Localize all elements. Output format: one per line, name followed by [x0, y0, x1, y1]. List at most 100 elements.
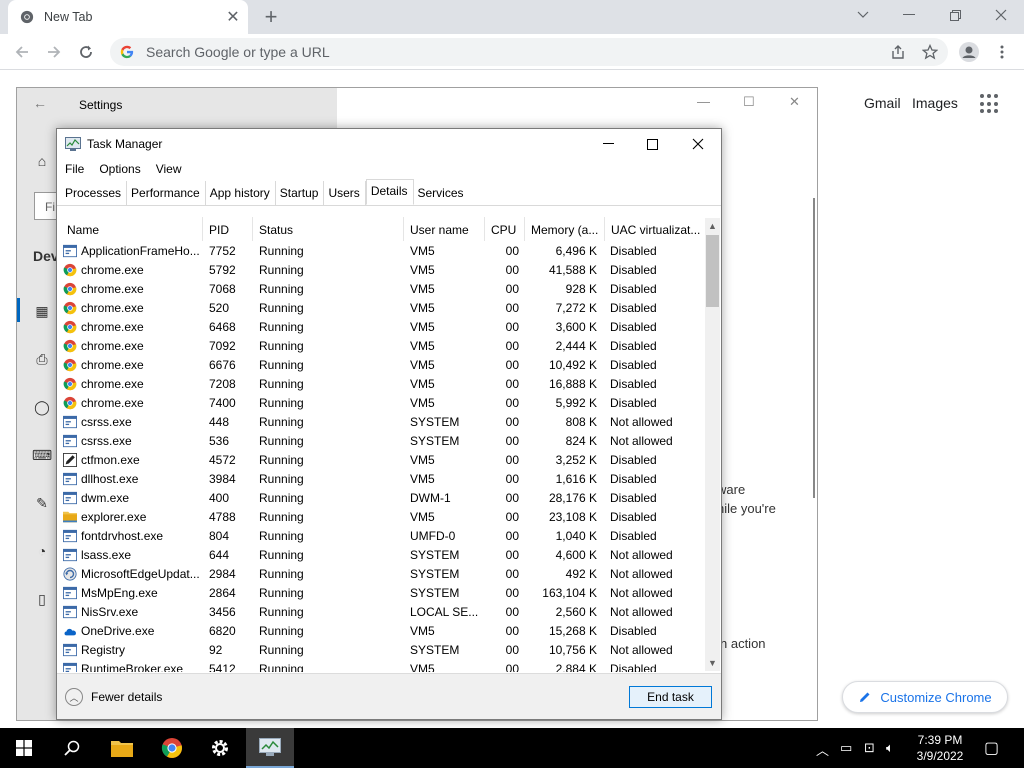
chevron-up-icon[interactable]: ︿ [65, 688, 83, 706]
menu-options[interactable]: Options [91, 159, 147, 179]
share-button[interactable] [886, 40, 910, 64]
show-hidden-icons[interactable]: ︿ [816, 740, 829, 759]
tm-maximize-button[interactable] [629, 129, 675, 159]
table-row[interactable]: ApplicationFrameHo... 7752 Running VM5 00 6,4… [61, 242, 705, 261]
network-icon[interactable]: ⊡ [864, 740, 875, 756]
fewer-details-link[interactable]: Fewer details [91, 690, 162, 704]
column-header-name[interactable]: ⌃ Name [61, 217, 203, 241]
taskbar-settings[interactable] [196, 728, 244, 768]
table-row[interactable]: chrome.exe 5792 Running VM5 00 41,588 K Disabl… [61, 261, 705, 280]
close-tab-icon[interactable]: ✕ [222, 6, 244, 28]
images-link[interactable]: Images [912, 95, 958, 111]
tab-details[interactable]: Details [365, 179, 414, 205]
start-button[interactable] [0, 728, 48, 768]
scrollbar-thumb[interactable] [706, 235, 719, 307]
mouse-icon[interactable]: ◯ [33, 398, 51, 416]
task-manager-titlebar[interactable]: Task Manager [57, 129, 721, 159]
notification-icon[interactable]: ▢ [984, 738, 999, 758]
table-row[interactable]: explorer.exe 4788 Running VM5 00 23,108 K Disa… [61, 508, 705, 527]
table-row[interactable]: fontdrvhost.exe 804 Running UMFD-0 00 1,040 K… [61, 527, 705, 546]
settings-scrollbar[interactable] [813, 198, 815, 498]
table-row[interactable]: chrome.exe 7092 Running VM5 00 2,444 K Disable… [61, 337, 705, 356]
column-header-user-name[interactable]: User name [404, 217, 485, 241]
google-apps-icon[interactable] [980, 94, 1000, 114]
table-row[interactable]: Registry 92 Running SYSTEM 00 10,756 K Not all… [61, 641, 705, 660]
details-scrollbar[interactable]: ▲ ▼ [705, 218, 720, 671]
printer-icon[interactable]: ⎙ [33, 350, 51, 368]
usb-icon[interactable]: ▯ [33, 590, 51, 608]
table-row[interactable]: chrome.exe 520 Running VM5 00 7,272 K Disabled [61, 299, 705, 318]
restore-button[interactable] [932, 0, 978, 30]
menu-view[interactable]: View [148, 159, 189, 179]
customize-chrome-button[interactable]: Customize Chrome [842, 681, 1008, 713]
autoplay-icon[interactable]: ◔ [33, 542, 51, 560]
process-cpu: 00 [505, 472, 519, 486]
tab-processes[interactable]: Processes [61, 181, 128, 205]
omnibox[interactable] [110, 38, 948, 66]
tablet-icon[interactable]: ▭ [840, 740, 852, 756]
devices-icon[interactable]: ▦ [33, 302, 51, 320]
tm-minimize-button[interactable] [585, 129, 631, 159]
table-row[interactable]: chrome.exe 7400 Running VM5 00 5,992 K Disable… [61, 394, 705, 413]
process-pid: 644 [209, 548, 230, 562]
table-row[interactable]: csrss.exe 536 Running SYSTEM 00 824 K Not allo… [61, 432, 705, 451]
settings-close-button[interactable]: ✕ [789, 94, 800, 110]
process-pid: 536 [209, 434, 230, 448]
new-tab-button[interactable]: + [258, 4, 284, 30]
taskbar-file-explorer[interactable] [98, 728, 146, 768]
bookmark-button[interactable] [918, 40, 942, 64]
tm-close-button[interactable] [675, 129, 721, 159]
column-header-cpu[interactable]: CPU [485, 217, 525, 241]
taskbar-search-button[interactable] [48, 728, 96, 768]
table-row[interactable]: chrome.exe 6468 Running VM5 00 3,600 K Disable… [61, 318, 705, 337]
menu-file[interactable]: File [57, 159, 91, 179]
forward-button[interactable] [40, 38, 68, 66]
table-row[interactable]: MsMpEng.exe 2864 Running SYSTEM 00 163,104 K N… [61, 584, 705, 603]
end-task-button[interactable]: End task [629, 686, 712, 708]
back-button[interactable] [8, 38, 36, 66]
table-row[interactable]: NisSrv.exe 3456 Running LOCAL SE... 00 2,560 … [61, 603, 705, 622]
tab-services[interactable]: Services [414, 181, 469, 205]
tab-new-tab[interactable]: New Tab ✕ [8, 0, 248, 34]
table-row[interactable]: chrome.exe 7208 Running VM5 00 16,888 K Disabl… [61, 375, 705, 394]
close-window-button[interactable] [978, 0, 1024, 30]
pen-icon[interactable]: ✎ [33, 494, 51, 512]
tab-search-icon[interactable] [840, 0, 886, 30]
keyboard-icon[interactable]: ⌨ [32, 446, 52, 464]
table-row[interactable]: ctfmon.exe 4572 Running VM5 00 3,252 K Disable… [61, 451, 705, 470]
minimize-button[interactable] [886, 0, 932, 30]
table-row[interactable]: lsass.exe 644 Running SYSTEM 00 4,600 K Not al… [61, 546, 705, 565]
settings-maximize-button[interactable]: ☐ [743, 94, 755, 110]
taskbar-chrome[interactable] [148, 728, 196, 768]
scroll-up-icon[interactable]: ▲ [705, 218, 720, 234]
table-row[interactable]: OneDrive.exe 6820 Running VM5 00 15,268 K Disa… [61, 622, 705, 641]
settings-minimize-button[interactable]: — [697, 94, 710, 109]
profile-button[interactable] [957, 40, 981, 64]
reload-button[interactable] [72, 38, 100, 66]
tab-users[interactable]: Users [324, 181, 366, 205]
taskbar-task-manager[interactable] [246, 728, 294, 768]
table-row[interactable]: RuntimeBroker.exe 5412 Running VM5 00 2,884 K… [61, 660, 705, 672]
tab-performance[interactable]: Performance [127, 181, 206, 205]
column-header-uac[interactable]: UAC virtualizat... [605, 217, 705, 241]
tab-startup[interactable]: Startup [276, 181, 325, 205]
volume-icon[interactable]: 🔈︎ [886, 740, 894, 756]
settings-back-icon[interactable]: ← [33, 95, 47, 111]
table-row[interactable]: chrome.exe 7068 Running VM5 00 928 K Disabled [61, 280, 705, 299]
column-header-memory[interactable]: Memory (a... [525, 217, 605, 241]
process-memory: 808 K [565, 415, 597, 429]
table-row[interactable]: dwm.exe 400 Running DWM-1 00 28,176 K Disabled [61, 489, 705, 508]
chrome-menu-button[interactable] [990, 40, 1014, 64]
home-icon[interactable]: ⌂ [33, 152, 51, 170]
gmail-link[interactable]: Gmail [864, 95, 901, 111]
table-row[interactable]: MicrosoftEdgeUpdat... 2984 Running SYSTEM 00… [61, 565, 705, 584]
column-header-pid[interactable]: PID [203, 217, 253, 241]
table-row[interactable]: chrome.exe 6676 Running VM5 00 10,492 K Disabl… [61, 356, 705, 375]
scroll-down-icon[interactable]: ▼ [705, 655, 720, 671]
system-clock[interactable]: 7:39 PM 3/9/2022 [900, 732, 980, 764]
omnibox-input[interactable] [146, 44, 746, 60]
table-row[interactable]: dllhost.exe 3984 Running VM5 00 1,616 K Disabl… [61, 470, 705, 489]
column-header-status[interactable]: Status [253, 217, 404, 241]
tab-app-history[interactable]: App history [206, 181, 276, 205]
table-row[interactable]: csrss.exe 448 Running SYSTEM 00 808 K Not allo… [61, 413, 705, 432]
